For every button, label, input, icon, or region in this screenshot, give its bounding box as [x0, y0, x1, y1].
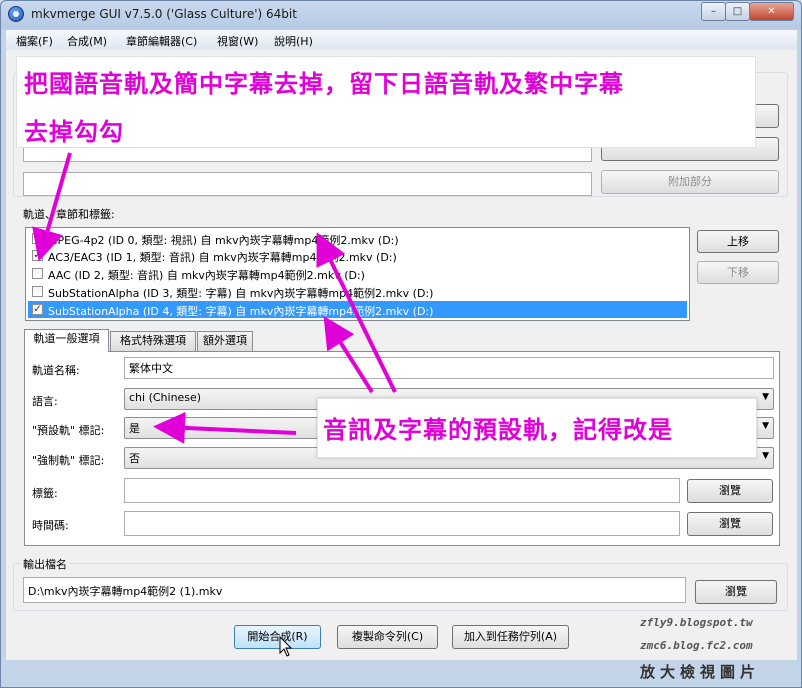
append-part-button[interactable]: 附加部分 — [601, 170, 779, 194]
track-description: SubStationAlpha (ID 3, 類型: 字幕) 自 mkv內崁字幕… — [48, 287, 434, 300]
chevron-down-icon: ▼ — [762, 392, 769, 402]
move-down-button[interactable]: 下移 — [697, 261, 779, 284]
menu-help[interactable]: 說明(H) — [274, 33, 313, 49]
mouse-pointer-icon — [279, 636, 293, 657]
chevron-down-icon: ▼ — [762, 451, 769, 461]
menu-bar: 檔案(F) 合成(M) 章節編輯器(C) 視窗(W) 說明(H) — [6, 30, 797, 50]
track-row[interactable]: ✓ MPEG-4p2 (ID 0, 類型: 視訊) 自 mkv內崁字幕轉mp4範… — [28, 230, 687, 247]
close-button[interactable]: ✕ — [749, 2, 794, 21]
watermark-blog-1: zfly9.blogspot.tw — [640, 616, 753, 629]
instruction-line-1: 把國語音軌及簡中字幕去掉，留下日語音軌及繁中字幕 — [24, 70, 624, 98]
forced-track-value: 否 — [129, 452, 140, 465]
enlarge-image-link[interactable]: 放大檢視圖片 — [640, 661, 760, 682]
tracks-label: 軌道、章節和標籤: — [23, 208, 115, 221]
move-up-button[interactable]: 上移 — [697, 230, 779, 253]
track-description: AC3/EAC3 (ID 1, 類型: 音訊) 自 mkv內崁字幕轉mp4範例2… — [48, 251, 397, 264]
timecodes-input[interactable] — [124, 511, 680, 536]
track-checkbox[interactable] — [32, 286, 43, 297]
output-path-input[interactable]: D:\mkv內崁字幕轉mp4範例2 (1).mkv — [23, 577, 686, 603]
track-name-label: 軌道名稱: — [32, 364, 80, 377]
track-checkbox[interactable]: ✓ — [32, 233, 43, 244]
input-files-extra[interactable] — [23, 172, 592, 196]
default-track-value: 是 — [129, 422, 140, 435]
track-row[interactable]: ✓ SubStationAlpha (ID 4, 類型: 字幕) 自 mkv內崁… — [28, 301, 687, 318]
language-value: chi (Chinese) — [129, 391, 202, 404]
track-description: MPEG-4p2 (ID 0, 類型: 視訊) 自 mkv內崁字幕轉mp4範例2… — [48, 234, 399, 247]
track-row[interactable]: ✓ AC3/EAC3 (ID 1, 類型: 音訊) 自 mkv內崁字幕轉mp4範… — [28, 247, 687, 264]
track-name-input[interactable]: 繁体中文 — [124, 357, 774, 379]
callout-text: 音訊及字幕的預設軌，記得改是 — [323, 416, 673, 444]
track-checkbox[interactable]: ✓ — [32, 304, 43, 315]
mkvmerge-app-icon — [8, 6, 24, 22]
menu-chapter-editor[interactable]: 章節編輯器(C) — [126, 33, 197, 49]
track-row[interactable]: SubStationAlpha (ID 3, 類型: 字幕) 自 mkv內崁字幕… — [28, 283, 687, 300]
tags-label: 標籤: — [32, 487, 58, 500]
copy-command-line-button[interactable]: 複製命令列(C) — [337, 625, 438, 649]
maximize-button[interactable]: □ — [725, 2, 750, 21]
chevron-down-icon: ▼ — [762, 421, 769, 431]
track-row[interactable]: AAC (ID 2, 類型: 音訊) 自 mkv內崁字幕轉mp4範例2.mkv … — [28, 265, 687, 282]
track-description: AAC (ID 2, 類型: 音訊) 自 mkv內崁字幕轉mp4範例2.mkv … — [48, 269, 365, 282]
tab-format-options[interactable]: 格式特殊選項 — [110, 331, 196, 351]
track-checkbox[interactable] — [32, 268, 43, 279]
window-title: mkvmerge GUI v7.5.0 ('Glass Culture') 64… — [31, 7, 297, 21]
tags-input[interactable] — [124, 478, 680, 503]
minimize-button[interactable]: – — [701, 2, 726, 21]
instruction-line-2: 去掉勾勾 — [24, 118, 124, 146]
start-muxing-button[interactable]: 開始合成(R) — [234, 625, 321, 649]
tracks-list[interactable]: ✓ MPEG-4p2 (ID 0, 類型: 視訊) 自 mkv內崁字幕轉mp4範… — [25, 227, 690, 321]
timecodes-browse-button[interactable]: 瀏覽 — [687, 512, 773, 536]
output-label: 輸出檔名 — [21, 556, 69, 572]
track-description: SubStationAlpha (ID 4, 類型: 字幕) 自 mkv內崁字幕… — [48, 305, 434, 318]
menu-mux[interactable]: 合成(M) — [67, 33, 107, 49]
add-to-job-queue-button[interactable]: 加入到任務佇列(A) — [452, 625, 569, 649]
tab-extra-options[interactable]: 額外選項 — [197, 331, 253, 351]
language-label: 語言: — [32, 395, 58, 408]
timecodes-label: 時間碼: — [32, 519, 69, 532]
menu-file[interactable]: 檔案(F) — [16, 33, 53, 49]
title-bar[interactable]: mkvmerge GUI v7.5.0 ('Glass Culture') 64… — [1, 1, 801, 30]
tab-general-options[interactable]: 軌道一般選項 — [24, 329, 109, 352]
forced-track-label: "強制軌" 標記: — [32, 454, 105, 467]
tags-browse-button[interactable]: 瀏覽 — [687, 479, 773, 503]
watermark-blog-2: zmc6.blog.fc2.com — [640, 639, 753, 652]
output-browse-button[interactable]: 瀏覽 — [695, 580, 777, 604]
track-checkbox[interactable]: ✓ — [32, 250, 43, 261]
menu-window[interactable]: 視窗(W) — [217, 33, 258, 49]
default-track-label: "預設軌" 標記: — [32, 424, 105, 437]
